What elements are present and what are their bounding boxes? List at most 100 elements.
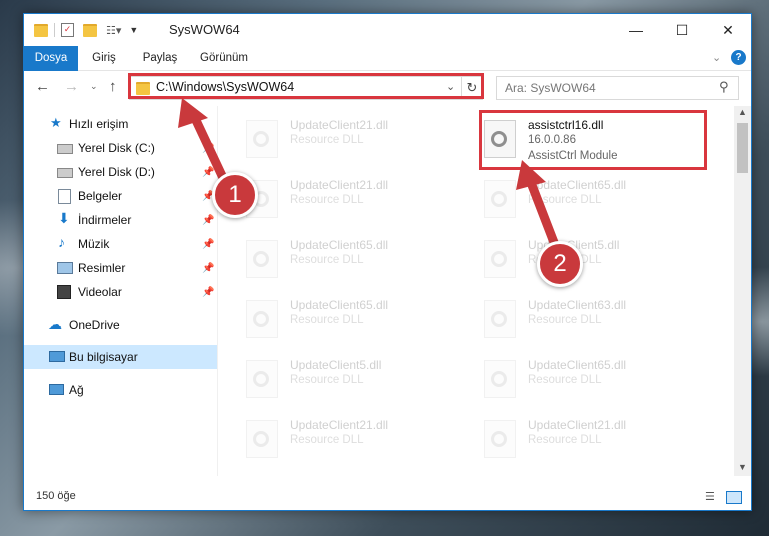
sidebar-item-documents[interactable]: Belgeler 📌 xyxy=(24,184,217,208)
tab-share[interactable]: Paylaş xyxy=(137,46,183,70)
file-type: Resource DLL xyxy=(290,194,364,206)
scroll-down-icon[interactable]: ▼ xyxy=(738,462,747,472)
close-button[interactable]: ✕ xyxy=(705,14,751,46)
search-placeholder: Ara: SysWOW64 xyxy=(505,81,596,95)
large-icons-view-icon[interactable] xyxy=(726,491,742,504)
customize-toolbar-icon[interactable]: ▼ xyxy=(129,25,138,35)
list-item[interactable]: UpdateClient21.dll Resource DLL xyxy=(244,112,474,166)
list-item[interactable]: UpdateClient65.dll Resource DLL xyxy=(482,352,712,406)
quick-access-toolbar: ✓ ☷▾ ▼ xyxy=(34,21,138,39)
file-name: UpdateClient5.dll xyxy=(290,358,382,372)
star-icon: ★ xyxy=(50,115,62,130)
music-icon: ♪ xyxy=(58,234,65,250)
file-type: Resource DLL xyxy=(528,374,602,386)
file-highlight-box xyxy=(479,110,707,170)
folder-icon xyxy=(34,23,48,37)
ribbon-tabs: Dosya Giriş Paylaş Görünüm ⌄ ? xyxy=(24,46,751,100)
pin-icon[interactable]: 📌 xyxy=(202,215,214,226)
file-name: UpdateClient63.dll xyxy=(528,298,627,312)
list-item[interactable]: UpdateClient21.dll Resource DLL xyxy=(482,412,712,466)
file-name: UpdateClient65.dll xyxy=(528,178,627,192)
recent-locations-icon[interactable]: ⌄ xyxy=(90,81,98,92)
scroll-up-icon[interactable]: ▲ xyxy=(738,107,747,117)
item-count: 150 öğe xyxy=(36,490,76,502)
dll-file-icon xyxy=(246,300,278,338)
dll-file-icon xyxy=(484,420,516,458)
forward-arrow-icon[interactable]: → xyxy=(64,78,79,95)
file-type: Resource DLL xyxy=(290,434,364,446)
pin-icon[interactable]: 📌 xyxy=(202,239,214,250)
sidebar-item-this-pc[interactable]: Bu bilgisayar xyxy=(24,345,217,369)
file-type: Resource DLL xyxy=(528,434,602,446)
sidebar-label: Müzik xyxy=(78,237,110,251)
documents-icon xyxy=(58,189,71,204)
sidebar-item-videos[interactable]: Videolar 📌 xyxy=(24,280,217,304)
sidebar-label: Yerel Disk (C:) xyxy=(78,141,155,155)
sidebar-label: Hızlı erişim xyxy=(69,117,129,131)
sidebar-item-music[interactable]: ♪ Müzik 📌 xyxy=(24,232,217,256)
tab-view[interactable]: Görünüm xyxy=(196,46,252,70)
search-input[interactable]: Ara: SysWOW64 ⚲ xyxy=(496,76,739,100)
file-type: Resource DLL xyxy=(528,314,602,326)
sidebar-label: Resimler xyxy=(78,261,126,275)
sidebar-item-disk-d[interactable]: Yerel Disk (D:) 📌 xyxy=(24,160,217,184)
downloads-icon: ⬇ xyxy=(58,210,70,226)
sidebar-label: İndirmeler xyxy=(78,213,132,227)
window-title: SysWOW64 xyxy=(169,22,240,37)
list-item[interactable]: UpdateClient65.dll Resource DLL xyxy=(244,292,474,346)
dll-file-icon xyxy=(484,240,516,278)
file-name: UpdateClient21.dll xyxy=(290,418,389,432)
up-arrow-icon[interactable]: ↑ xyxy=(109,78,117,95)
properties-icon[interactable]: ✓ xyxy=(61,23,74,37)
sidebar-item-onedrive[interactable]: ☁ OneDrive xyxy=(24,313,217,337)
pictures-icon xyxy=(57,262,73,274)
sidebar-item-downloads[interactable]: ⬇ İndirmeler 📌 xyxy=(24,208,217,232)
file-name: UpdateClient21.dll xyxy=(528,418,627,432)
expand-ribbon-icon[interactable]: ⌄ xyxy=(712,51,721,64)
sidebar-item-disk-c[interactable]: Yerel Disk (C:) 📌 xyxy=(24,136,217,160)
file-name: UpdateClient21.dll xyxy=(290,118,389,132)
scrollbar-thumb[interactable] xyxy=(737,123,748,173)
minimize-button[interactable]: — xyxy=(613,14,659,46)
sidebar-label: Bu bilgisayar xyxy=(69,350,138,364)
sidebar-item-pictures[interactable]: Resimler 📌 xyxy=(24,256,217,280)
list-item[interactable]: UpdateClient21.dll Resource DLL xyxy=(244,172,474,226)
sidebar-item-network[interactable]: Ağ xyxy=(24,378,217,402)
drive-icon xyxy=(57,144,73,154)
list-item[interactable]: UpdateClient5.dll Resource DLL xyxy=(244,352,474,406)
dll-file-icon xyxy=(246,360,278,398)
file-type: Resource DLL xyxy=(290,254,364,266)
new-folder-icon[interactable] xyxy=(83,23,97,37)
details-view-icon[interactable]: ☰ xyxy=(705,491,719,503)
vertical-scrollbar[interactable]: ▲ ▼ xyxy=(734,106,751,476)
back-arrow-icon[interactable]: ← xyxy=(35,78,50,95)
list-item[interactable]: UpdateClient5.dll Resource DLL xyxy=(482,232,712,286)
file-type: Resource DLL xyxy=(290,374,364,386)
sidebar-item-quick-access[interactable]: ★ Hızlı erişim xyxy=(24,112,217,136)
videos-icon xyxy=(57,285,71,299)
help-icon[interactable]: ? xyxy=(731,50,746,65)
list-item[interactable]: UpdateClient65.dll Resource DLL xyxy=(244,232,474,286)
address-highlight-box xyxy=(128,73,484,99)
pin-icon[interactable]: 📌 xyxy=(202,167,214,178)
sidebar-label: Ağ xyxy=(69,383,84,397)
pin-icon[interactable]: 📌 xyxy=(202,263,214,274)
network-icon xyxy=(49,384,64,395)
pin-icon[interactable]: 📌 xyxy=(202,143,214,154)
pin-icon[interactable]: 📌 xyxy=(202,287,214,298)
step-badge-1: 1 xyxy=(212,172,258,218)
status-bar: 150 öğe ☰ xyxy=(24,486,751,510)
list-item[interactable]: UpdateClient65.dll Resource DLL xyxy=(482,172,712,226)
computer-icon xyxy=(49,351,65,362)
list-item[interactable]: UpdateClient63.dll Resource DLL xyxy=(482,292,712,346)
file-name: UpdateClient65.dll xyxy=(290,238,389,252)
dll-file-icon xyxy=(484,360,516,398)
tab-home[interactable]: Giriş xyxy=(85,46,123,70)
view-options-icon[interactable]: ☷▾ xyxy=(106,24,121,37)
file-name: UpdateClient65.dll xyxy=(290,298,389,312)
maximize-button[interactable]: ☐ xyxy=(659,14,705,46)
list-item[interactable]: UpdateClient21.dll Resource DLL xyxy=(244,412,474,466)
search-icon[interactable]: ⚲ xyxy=(719,79,729,95)
sidebar-label: Yerel Disk (D:) xyxy=(78,165,155,179)
dll-file-icon xyxy=(246,120,278,158)
